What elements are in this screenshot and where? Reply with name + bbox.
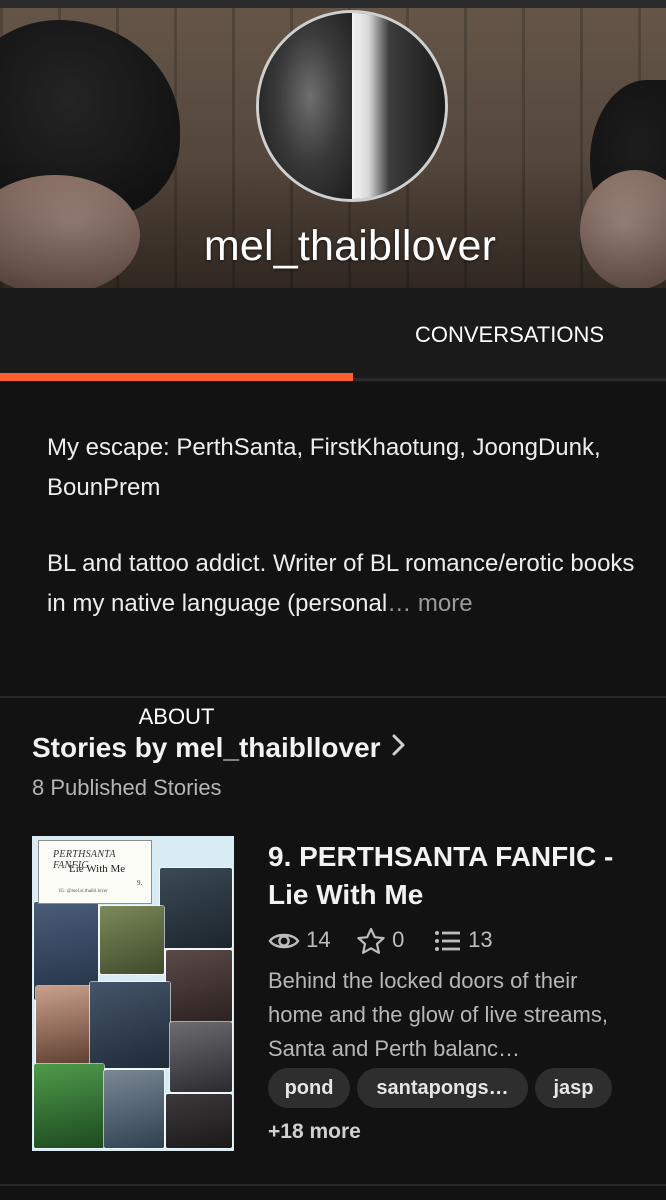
reads-stat: 14 bbox=[268, 924, 331, 956]
cover-number: 9. bbox=[137, 879, 143, 887]
profile-username: mel_thaibllover bbox=[203, 222, 497, 270]
bottom-divider bbox=[0, 1184, 666, 1186]
more-tags-link[interactable]: +18 more bbox=[268, 1120, 361, 1144]
cover-byline: IG: @mel.st.thaibl.lover bbox=[59, 889, 108, 894]
parts-count: 13 bbox=[468, 927, 493, 952]
about-text-line1: My escape: PerthSanta, FirstKhaotung, Jo… bbox=[47, 434, 601, 501]
star-icon bbox=[356, 927, 386, 955]
stories-heading[interactable]: Stories by mel_thaibllover bbox=[32, 732, 407, 766]
tag-chip[interactable]: jasp bbox=[535, 1068, 612, 1108]
profile-banner: mel_thaibllover bbox=[0, 0, 666, 288]
about-more-link[interactable]: more bbox=[411, 590, 473, 617]
votes-stat: 0 bbox=[356, 924, 404, 956]
list-icon bbox=[434, 927, 462, 952]
about-text-body: BL and tattoo addict. Writer of BL roman… bbox=[47, 550, 635, 617]
cover-title: Lie With Me bbox=[69, 863, 126, 875]
tab-conversations[interactable]: CONVERSATIONS bbox=[353, 288, 666, 382]
active-tab-indicator bbox=[0, 373, 353, 381]
profile-tabs: ABOUT CONVERSATIONS bbox=[0, 288, 666, 984]
avatar[interactable] bbox=[256, 10, 448, 202]
parts-stat: 13 bbox=[434, 924, 493, 956]
tag-chip[interactable]: santapongs… bbox=[357, 1068, 528, 1108]
about-text-line2: BL and tattoo addict. Writer of BL roman… bbox=[47, 544, 637, 624]
about-section: My escape: PerthSanta, FirstKhaotung, Jo… bbox=[0, 382, 666, 696]
eye-icon bbox=[268, 927, 300, 952]
section-divider bbox=[0, 696, 666, 698]
reads-count: 14 bbox=[306, 927, 331, 952]
story-description: Behind the locked doors of their home an… bbox=[268, 968, 608, 1061]
chevron-right-icon bbox=[391, 732, 407, 766]
cover-title-card: PERTHSANTA FANFIC Lie With Me 9. IG: @me… bbox=[38, 840, 152, 904]
story-cover[interactable]: PERTHSANTA FANFIC Lie With Me 9. IG: @me… bbox=[32, 836, 234, 1151]
tag-chip[interactable]: pond bbox=[268, 1068, 350, 1108]
votes-count: 0 bbox=[392, 927, 405, 952]
published-stories-count: 8 Published Stories bbox=[32, 775, 222, 800]
tab-baseline bbox=[353, 378, 666, 381]
story-title[interactable]: 9. PERTHSANTA FANFIC - Lie With Me bbox=[268, 838, 638, 914]
about-ellipsis: … bbox=[387, 590, 412, 617]
stories-heading-label: Stories by mel_thaibllover bbox=[32, 732, 381, 763]
